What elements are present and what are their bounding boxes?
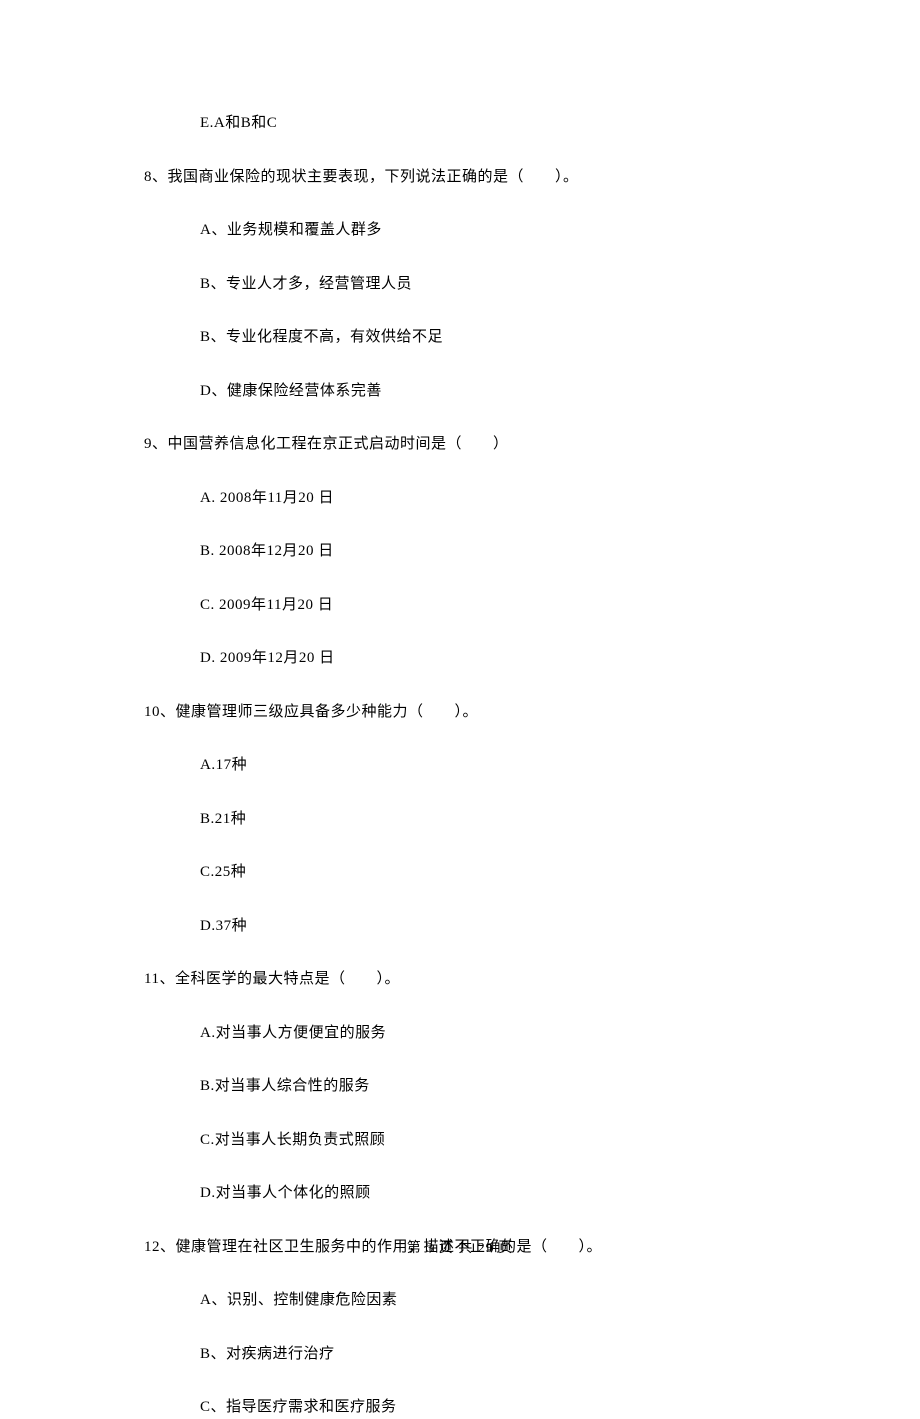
option-text: C. 2009年11月20 日 [144,594,780,617]
option-text: A. 2008年11月20 日 [144,487,780,510]
option-text: B、专业人才多，经营管理人员 [144,273,780,296]
option-text: D、健康保险经营体系完善 [144,380,780,403]
question-text: 10、健康管理师三级应具备多少种能力（ ）。 [144,701,780,724]
page-footer: 第 3 页 共 29 页 [0,1237,920,1257]
option-text: C.对当事人长期负责式照顾 [144,1129,780,1152]
option-text: B. 2008年12月20 日 [144,540,780,563]
option-text: B.对当事人综合性的服务 [144,1075,780,1098]
option-text: C.25种 [144,861,780,884]
option-text: D.37种 [144,915,780,938]
option-text: C、指导医疗需求和医疗服务 [144,1396,780,1419]
question-text: 11、全科医学的最大特点是（ ）。 [144,968,780,991]
option-text: A、业务规模和覆盖人群多 [144,219,780,242]
option-text: D. 2009年12月20 日 [144,647,780,670]
option-text: A.17种 [144,754,780,777]
option-text: A.对当事人方便便宜的服务 [144,1022,780,1045]
option-text: D.对当事人个体化的照顾 [144,1182,780,1205]
option-text: A、识别、控制健康危险因素 [144,1289,780,1312]
option-text: B、专业化程度不高，有效供给不足 [144,326,780,349]
option-text: B、对疾病进行治疗 [144,1343,780,1366]
document-content: E.A和B和C 8、我国商业保险的现状主要表现，下列说法正确的是（ ）。 A、业… [0,0,920,1419]
question-text: 8、我国商业保险的现状主要表现，下列说法正确的是（ ）。 [144,166,780,189]
option-text: B.21种 [144,808,780,831]
option-text: E.A和B和C [144,112,780,135]
question-text: 9、中国营养信息化工程在京正式启动时间是（ ） [144,433,780,456]
